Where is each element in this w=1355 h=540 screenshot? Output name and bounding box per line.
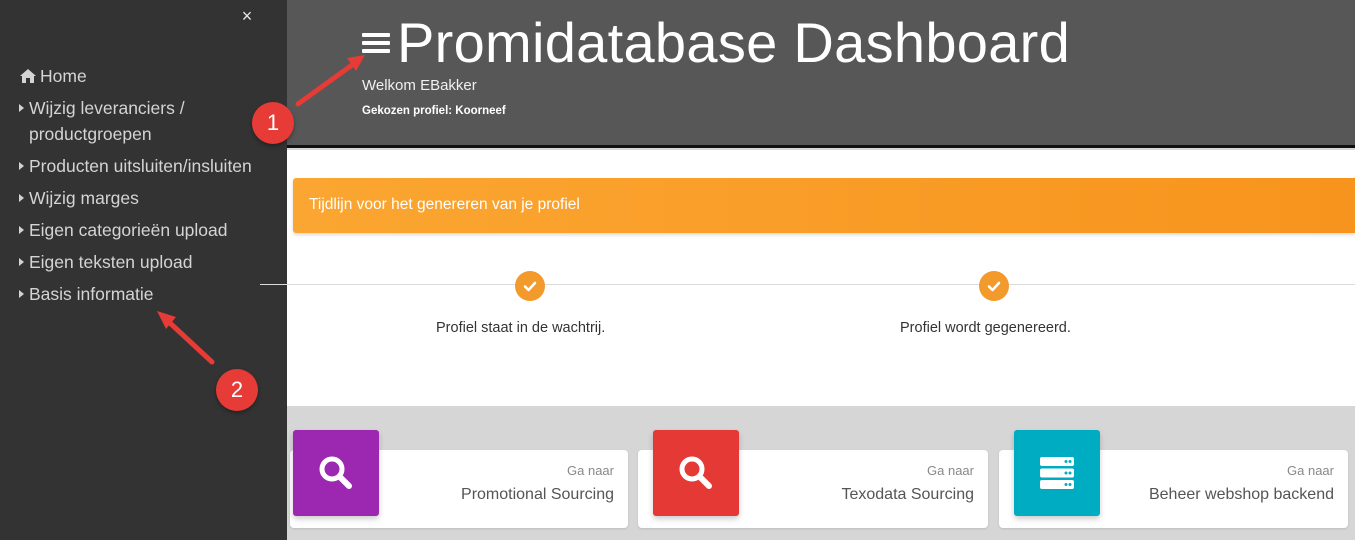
sidebar-item-eigen-teksten[interactable]: Eigen teksten upload — [19, 249, 279, 275]
server-icon — [1014, 430, 1100, 516]
step-label: Profiel wordt gegenereerd. — [900, 320, 1071, 336]
timeline-banner: Tijdlijn voor het genereren van je profi… — [293, 178, 1355, 233]
sidebar-nav: Home Wijzig leveranciers / productgroepe… — [19, 63, 279, 313]
sidebar-item-label: Eigen categorieën upload — [29, 220, 228, 240]
sidebar-item-label: Wijzig leveranciers / productgroepen — [29, 98, 185, 144]
step-done-icon — [979, 271, 1009, 301]
annotation-badge-1: 1 — [252, 102, 294, 144]
sidebar-item-eigen-categorieen[interactable]: Eigen categorieën upload — [19, 217, 279, 243]
card-title: Beheer webshop backend — [1148, 486, 1334, 503]
sidebar-item-producten-uitsluiten[interactable]: Producten uitsluiten/insluiten — [19, 153, 279, 179]
hamburger-icon[interactable] — [362, 33, 390, 57]
card-goto-label: Ga naar — [1287, 463, 1334, 478]
sidebar-item-label: Eigen teksten upload — [29, 252, 193, 272]
caret-right-icon — [19, 104, 24, 112]
caret-right-icon — [19, 162, 24, 170]
sidebar-item-label: Wijzig marges — [29, 188, 139, 208]
card-goto-label: Ga naar — [927, 463, 974, 478]
selected-profile: Gekozen profiel: Koorneef — [362, 105, 506, 117]
annotation-badge-2: 2 — [216, 369, 258, 411]
sidebar-item-label: Home — [40, 66, 87, 86]
timeline-line — [260, 284, 1355, 285]
header: Promidatabase Dashboard Welkom EBakker G… — [287, 0, 1355, 148]
sidebar-item-label: Basis informatie — [29, 284, 154, 304]
card-title: Texodata Sourcing — [841, 486, 974, 503]
card-title: Promotional Sourcing — [461, 486, 614, 503]
search-icon — [293, 430, 379, 516]
sidebar-item-label: Producten uitsluiten/insluiten — [29, 156, 252, 176]
caret-right-icon — [19, 290, 24, 298]
card-goto-label: Ga naar — [567, 463, 614, 478]
check-icon — [523, 281, 537, 292]
sidebar-item-home[interactable]: Home — [19, 63, 279, 89]
search-icon — [653, 430, 739, 516]
sidebar-item-basis-informatie[interactable]: Basis informatie — [19, 281, 279, 307]
step-label: Profiel staat in de wachtrij. — [436, 320, 606, 336]
timeline-banner-text: Tijdlijn voor het genereren van je profi… — [309, 196, 580, 213]
caret-right-icon — [19, 194, 24, 202]
page-title: Promidatabase Dashboard — [397, 11, 1071, 74]
sidebar-item-wijzig-leveranciers[interactable]: Wijzig leveranciers / productgroepen — [19, 95, 279, 147]
sidebar: × Home Wijzig leveranciers / productgroe… — [0, 0, 287, 540]
caret-right-icon — [19, 226, 24, 234]
timeline-panel: Tijdlijn voor het genereren van je profi… — [287, 150, 1355, 406]
check-icon — [987, 281, 1001, 292]
sidebar-item-wijzig-marges[interactable]: Wijzig marges — [19, 185, 279, 211]
step-done-icon — [515, 271, 545, 301]
close-icon[interactable]: × — [238, 6, 256, 26]
welcome-text: Welkom EBakker — [362, 77, 477, 94]
home-icon — [20, 69, 36, 83]
caret-right-icon — [19, 258, 24, 266]
